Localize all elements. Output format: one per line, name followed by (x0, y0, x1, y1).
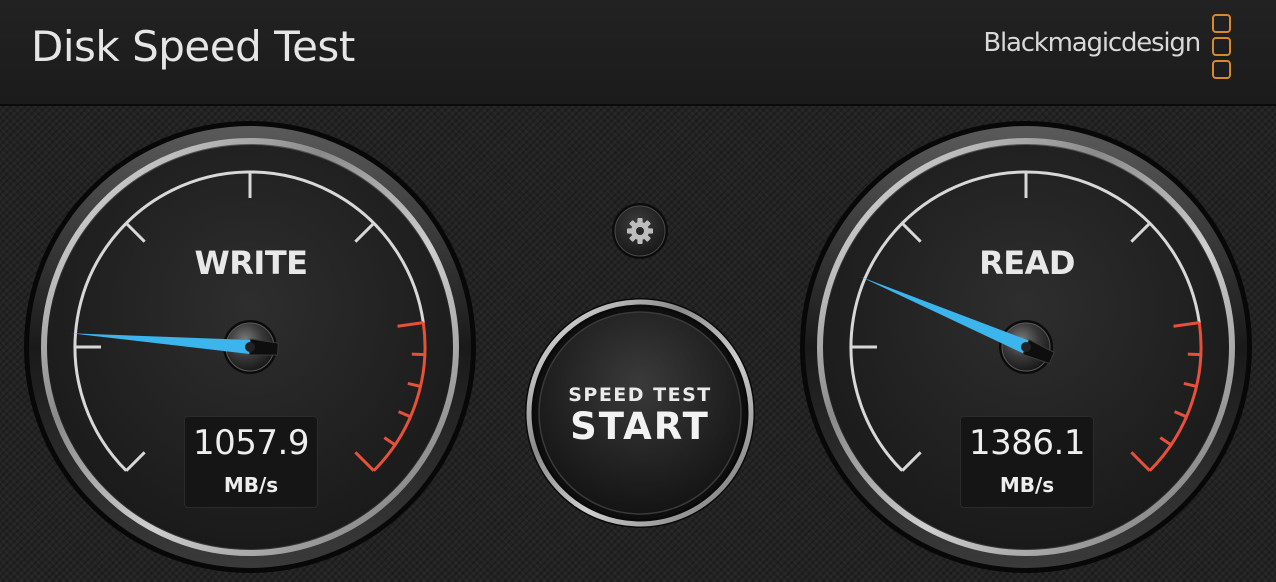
app-window: Disk Speed Test Blackmagicdesign WRITE 1… (0, 0, 1276, 582)
write-speed-value: 1057.9 (193, 423, 309, 463)
write-readout: 1057.9 MB/s (184, 416, 318, 508)
read-speed-value: 1386.1 (969, 423, 1085, 463)
read-needle-pin (1021, 342, 1031, 352)
write-speed-unit: MB/s (223, 473, 279, 497)
start-button-caption: SPEED TEST (568, 384, 712, 406)
settings-button[interactable] (611, 202, 669, 260)
write-redline-tick (411, 352, 425, 357)
write-needle-pin (245, 342, 255, 352)
write-gauge-label: WRITE (194, 244, 308, 282)
gear-icon (627, 218, 653, 244)
read-redline-tick (1187, 352, 1201, 357)
read-readout: 1386.1 MB/s (960, 416, 1094, 508)
start-button-label: START (570, 405, 710, 448)
read-gauge-label: READ (979, 244, 1075, 282)
read-speed-unit: MB/s (999, 473, 1055, 497)
